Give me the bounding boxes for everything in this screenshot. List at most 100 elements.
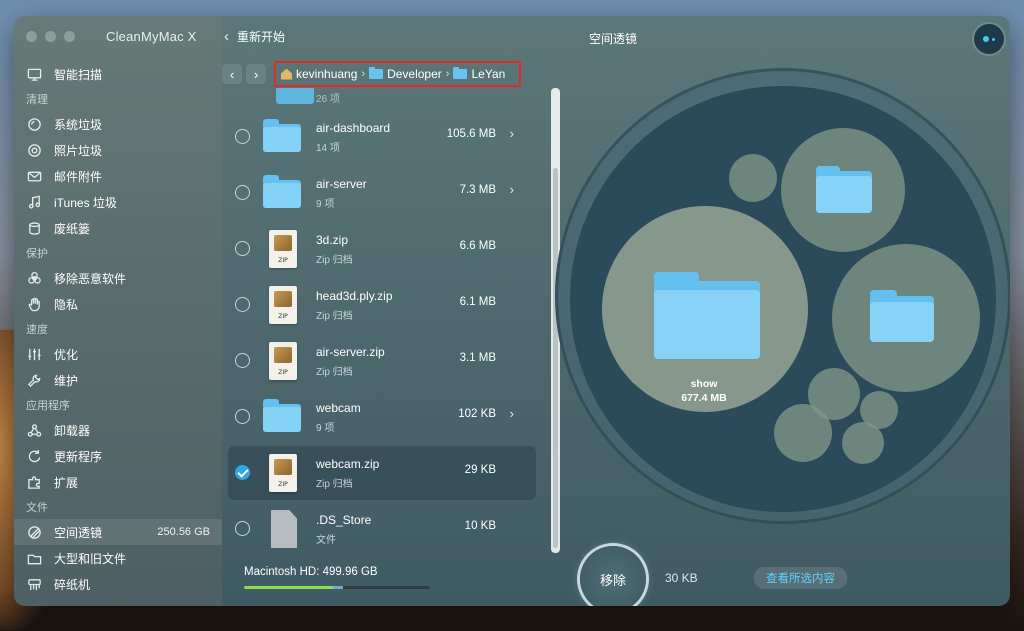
- sidebar-item-label: 维护: [54, 373, 79, 388]
- folder-icon: [26, 550, 42, 566]
- breadcrumb-label: Developer: [387, 67, 442, 81]
- file-row[interactable]: air-server 9 项 7.3 MB ›: [228, 166, 536, 220]
- sidebar-item-label: 更新程序: [54, 449, 103, 464]
- chevron-right-icon[interactable]: ›: [510, 182, 514, 197]
- file-name: 3d.zip: [316, 233, 349, 247]
- sidebar-item-0-3[interactable]: iTunes 垃圾: [14, 189, 222, 215]
- breadcrumb-separator-icon: ›: [445, 68, 450, 80]
- sidebar-item-4-2[interactable]: 碎纸机: [14, 571, 222, 597]
- breadcrumb-item-home[interactable]: kevinhuang: [281, 67, 357, 81]
- file-kind: 9 项: [316, 423, 335, 434]
- home-icon: [281, 68, 292, 80]
- zip-archive-icon: ZIP: [263, 342, 303, 380]
- file-size: 102 KB: [458, 408, 496, 420]
- sidebar-item-0-2[interactable]: 邮件附件: [14, 163, 222, 189]
- zip-archive-icon: ZIP: [263, 230, 303, 268]
- lens-icon: [26, 524, 42, 540]
- sidebar-item-2-0[interactable]: 优化: [14, 341, 222, 367]
- row-checkbox[interactable]: [235, 297, 250, 312]
- row-checkbox[interactable]: [235, 241, 250, 256]
- sidebar-item-label: iTunes 垃圾: [54, 195, 117, 210]
- app-title: CleanMyMac X: [106, 29, 197, 44]
- remove-button[interactable]: 移除: [580, 546, 646, 606]
- sidebar-item-1-1[interactable]: 隐私: [14, 291, 222, 317]
- app-window: CleanMyMac X 智能扫描 清理 系统垃圾照片垃圾 邮件附件 iTunes 垃圾…: [14, 16, 1010, 606]
- file-kind: Zip 归档: [316, 311, 353, 322]
- sidebar-item-label: 系统垃圾: [54, 117, 103, 132]
- zip-archive-icon: ZIP: [263, 454, 303, 492]
- sidebar-item-label: 废纸篓: [54, 221, 91, 236]
- bubble-small-b[interactable]: [774, 404, 832, 462]
- bubble-small-top[interactable]: [729, 154, 777, 202]
- zip-archive-icon: ZIP: [263, 286, 303, 324]
- selected-size: 30 KB: [665, 571, 698, 585]
- bubble-small-d[interactable]: [860, 391, 898, 429]
- folder-icon: [453, 67, 468, 79]
- bubble-size: 677.4 MB: [681, 392, 727, 404]
- restart-label: 重新开始: [237, 30, 286, 44]
- sidebar-item-label: 空间透镜: [54, 525, 103, 540]
- file-row[interactable]: ZIP head3d.ply.zip Zip 归档 6.1 MB: [228, 278, 536, 332]
- disk-icon: [26, 116, 42, 132]
- file-row[interactable]: ZIP 3d.zip Zip 归档 6.6 MB: [228, 222, 536, 276]
- hand-icon: [26, 296, 42, 312]
- sidebar-item-3-1[interactable]: 更新程序: [14, 443, 222, 469]
- sidebar-item-1-0[interactable]: 移除恶意软件: [14, 265, 222, 291]
- disk-usage-bar: [244, 586, 430, 589]
- row-checkbox[interactable]: [235, 129, 250, 144]
- sidebar-item-4-1[interactable]: 大型和旧文件: [14, 545, 222, 571]
- scrollbar-thumb[interactable]: [553, 168, 558, 548]
- restart-button[interactable]: ‹ 重新开始: [224, 28, 285, 45]
- close-window-button[interactable]: [26, 31, 37, 42]
- back-arrow-button[interactable]: ‹: [222, 64, 242, 84]
- file-row[interactable]: air-dashboard 14 项 105.6 MB ›: [228, 110, 536, 164]
- folder-icon: [263, 174, 303, 212]
- sidebar-item-0-4[interactable]: 废纸篓: [14, 215, 222, 241]
- file-name: .DS_Store: [316, 513, 372, 527]
- page-title: 空间透镜: [589, 32, 638, 46]
- file-size: 29 KB: [464, 464, 496, 476]
- assistant-dot-icon: [983, 36, 989, 42]
- file-size: 7.3 MB: [459, 184, 496, 196]
- sidebar-item-label: 扩展: [54, 475, 79, 490]
- sidebar-item-label: 智能扫描: [54, 67, 103, 82]
- chevron-right-icon[interactable]: ›: [510, 406, 514, 421]
- breadcrumb-item-leyan[interactable]: LeYan: [453, 67, 505, 81]
- sidebar-item-2-1[interactable]: 维护: [14, 367, 222, 393]
- row-checkbox[interactable]: [235, 465, 250, 480]
- file-list[interactable]: 26 项 air-dashboard 14 项 105.6 MB › air-serve…: [228, 88, 550, 556]
- developer-folder-icon: [369, 67, 384, 79]
- sidebar-item-smart-scan[interactable]: 智能扫描: [14, 61, 222, 87]
- partial-row-sub: 26 项: [316, 94, 340, 105]
- folder-icon: [263, 118, 303, 156]
- zoom-window-button[interactable]: [64, 31, 75, 42]
- sidebar: CleanMyMac X 智能扫描 清理 系统垃圾照片垃圾 邮件附件 iTunes 垃圾…: [14, 16, 222, 606]
- row-checkbox[interactable]: [235, 353, 250, 368]
- breadcrumb-item-developer[interactable]: Developer: [369, 67, 442, 81]
- breadcrumb-label: LeYan: [471, 67, 506, 81]
- breadcrumb-separator-icon: ›: [361, 68, 366, 80]
- file-row[interactable]: .DS_Store 文件 10 KB: [228, 502, 536, 556]
- forward-arrow-button[interactable]: ›: [246, 64, 266, 84]
- sidebar-item-0-1[interactable]: 照片垃圾: [14, 137, 222, 163]
- view-selected-button[interactable]: 查看所选内容: [754, 567, 847, 589]
- file-row[interactable]: webcam 9 项 102 KB ›: [228, 390, 536, 444]
- file-name: webcam: [316, 401, 361, 415]
- sidebar-item-label: 大型和旧文件: [54, 551, 127, 566]
- row-checkbox[interactable]: [235, 409, 250, 424]
- row-checkbox[interactable]: [235, 185, 250, 200]
- file-row[interactable]: ZIP webcam.zip Zip 归档 29 KB: [228, 446, 536, 500]
- file-row[interactable]: ZIP air-server.zip Zip 归档 3.1 MB: [228, 334, 536, 388]
- file-kind: 14 项: [316, 143, 340, 154]
- minimize-window-button[interactable]: [45, 31, 56, 42]
- chevron-right-icon[interactable]: ›: [510, 126, 514, 141]
- sidebar-item-4-0[interactable]: 空间透镜 250.56 GB: [14, 519, 222, 545]
- sidebar-item-3-0[interactable]: 卸载器: [14, 417, 222, 443]
- sidebar-item-0-0[interactable]: 系统垃圾: [14, 111, 222, 137]
- assistant-button[interactable]: [974, 24, 1004, 54]
- sidebar-section-title: 应用程序: [26, 400, 70, 412]
- sidebar-item-3-2[interactable]: 扩展: [14, 469, 222, 495]
- row-checkbox[interactable]: [235, 521, 250, 536]
- sidebar-section-title: 清理: [26, 94, 48, 106]
- file-kind: Zip 归档: [316, 255, 353, 266]
